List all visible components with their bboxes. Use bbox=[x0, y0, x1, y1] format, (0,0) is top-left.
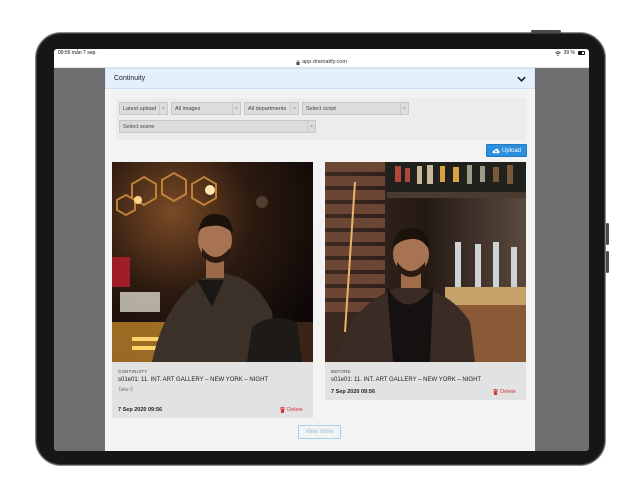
departments-select[interactable]: All departments × bbox=[244, 102, 299, 115]
card-scene: s01e01: 11. INT. ART GALLERY – NEW YORK … bbox=[118, 377, 269, 383]
tablet-frame: 09:56 mån 7 sep. 39 % app.dramatify.com bbox=[35, 30, 609, 466]
continuity-page: Continuity Latest upload × All images × … bbox=[105, 68, 535, 451]
wifi-icon bbox=[554, 50, 561, 56]
url-text: app.dramatify.com bbox=[302, 59, 347, 65]
delete-button[interactable]: Delete bbox=[280, 407, 303, 413]
images-select-value: All images bbox=[175, 105, 201, 112]
volume-button bbox=[606, 251, 609, 273]
card-date: 7 Sep 2020 09:56 bbox=[331, 389, 376, 395]
panel-title: Continuity bbox=[114, 75, 146, 82]
status-time: 09:56 bbox=[58, 50, 71, 56]
power-button bbox=[531, 30, 561, 33]
delete-button[interactable]: Delete bbox=[493, 389, 516, 395]
filter-bar: Latest upload × All images × All departm… bbox=[116, 98, 526, 140]
trash-icon bbox=[493, 389, 499, 395]
volume-button bbox=[606, 223, 609, 245]
images-select[interactable]: All images × bbox=[171, 102, 241, 115]
sort-select-value: Latest upload bbox=[123, 105, 157, 112]
status-date: mån 7 sep. bbox=[71, 50, 97, 56]
status-bar: 09:56 mån 7 sep. 39 % bbox=[54, 49, 589, 57]
view-more-button[interactable]: View more bbox=[298, 425, 341, 439]
clear-icon[interactable]: × bbox=[307, 121, 315, 132]
cloud-upload-icon bbox=[492, 148, 500, 153]
clear-icon[interactable]: × bbox=[290, 103, 298, 114]
screen: 09:56 mån 7 sep. 39 % app.dramatify.com bbox=[54, 49, 589, 451]
delete-label: Delete bbox=[287, 407, 303, 413]
upload-button[interactable]: Upload bbox=[486, 144, 527, 157]
departments-select-value: All departments bbox=[248, 105, 287, 112]
chevron-down-icon[interactable] bbox=[517, 76, 526, 82]
clear-icon[interactable]: × bbox=[159, 103, 167, 114]
scene-select-value: Select scene bbox=[123, 123, 155, 130]
scene-select[interactable]: Select scene × bbox=[119, 120, 316, 133]
trash-icon bbox=[280, 407, 286, 413]
panel-header[interactable]: Continuity bbox=[105, 68, 535, 89]
card-type: BEFORE bbox=[331, 369, 351, 374]
clear-icon[interactable]: × bbox=[232, 103, 240, 114]
card-take: Take 5 bbox=[118, 387, 133, 393]
clear-icon[interactable]: × bbox=[400, 103, 408, 114]
continuity-card[interactable]: BEFORE s01e01: 11. INT. ART GALLERY – NE… bbox=[325, 162, 526, 400]
continuity-photo[interactable] bbox=[325, 162, 526, 362]
upload-button-label: Upload bbox=[501, 147, 521, 154]
delete-label: Delete bbox=[500, 389, 516, 395]
card-scene: s01e01: 11. INT. ART GALLERY – NEW YORK … bbox=[331, 377, 482, 383]
address-bar[interactable]: app.dramatify.com bbox=[54, 57, 589, 68]
card-date: 7 Sep 2020 09:56 bbox=[118, 407, 163, 413]
script-select-value: Select script bbox=[306, 105, 336, 112]
continuity-photo[interactable] bbox=[112, 162, 313, 362]
card-type: CONTINUITY bbox=[118, 369, 148, 374]
lock-icon bbox=[296, 59, 300, 65]
script-select[interactable]: Select script × bbox=[302, 102, 409, 115]
sort-select[interactable]: Latest upload × bbox=[119, 102, 168, 115]
battery-icon bbox=[578, 51, 585, 55]
battery-percent: 39 % bbox=[563, 50, 575, 56]
continuity-card[interactable]: CONTINUITY s01e01: 11. INT. ART GALLERY … bbox=[112, 162, 313, 418]
